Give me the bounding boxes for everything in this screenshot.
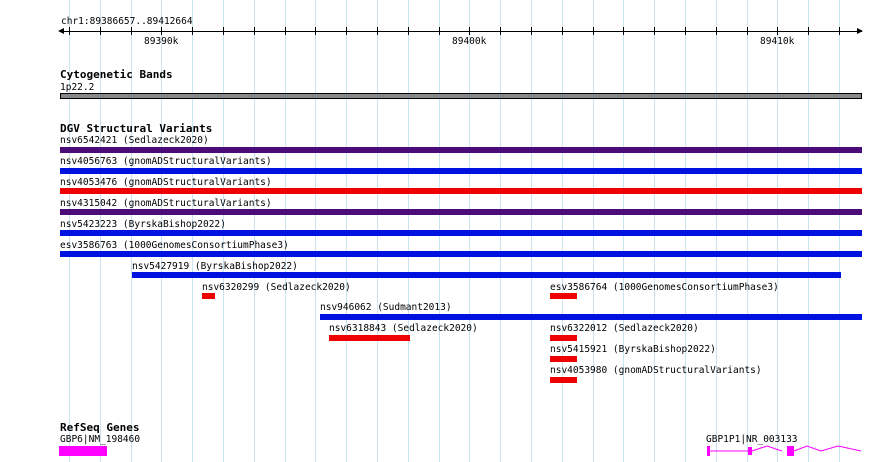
variant-bar[interactable] <box>550 356 577 362</box>
cytoband-track-title: Cytogenetic Bands <box>60 68 173 81</box>
variant-bar[interactable] <box>60 147 862 153</box>
ruler-tick <box>623 27 624 35</box>
variant-label: esv3586763 (1000GenomesConsortiumPhase3) <box>60 240 289 251</box>
ruler-tick <box>69 27 70 35</box>
genome-browser-view: chr1:89386657..89412664 89390k 89400k 89… <box>0 0 890 462</box>
cytoband-bar[interactable] <box>60 93 862 99</box>
ruler-tick <box>192 27 193 35</box>
ruler-tick <box>439 27 440 35</box>
refseq-track-title: RefSeq Genes <box>60 421 140 434</box>
variant-label: nsv5427919 (ByrskaBishop2022) <box>132 261 298 272</box>
variant-label: nsv4053476 (gnomADStructuralVariants) <box>60 177 272 188</box>
ruler-tick <box>839 27 840 35</box>
ruler-tick <box>346 27 347 35</box>
ruler-tick <box>315 27 316 35</box>
ruler-tick <box>469 27 470 35</box>
ruler-tick <box>716 27 717 35</box>
variant-bar[interactable] <box>550 293 577 299</box>
gene-exon[interactable] <box>748 447 752 455</box>
gene-intron <box>820 445 862 452</box>
dgv-track-title: DGV Structural Variants <box>60 122 213 135</box>
variant-bar[interactable] <box>60 188 862 194</box>
gene-label: GBP6|NM_198460 <box>60 434 141 445</box>
ruler-tick <box>377 27 378 35</box>
variant-bar[interactable] <box>202 293 215 299</box>
variant-bar[interactable] <box>60 209 862 215</box>
ruler-tick <box>808 27 809 35</box>
ruler-tick <box>531 27 532 35</box>
variant-bar[interactable] <box>60 168 862 174</box>
ruler-left-arrow-icon <box>58 28 64 34</box>
variant-bar[interactable] <box>320 314 862 320</box>
variant-label: nsv5423223 (ByrskaBishop2022) <box>60 219 226 230</box>
variant-label: nsv6318843 (Sedlazeck2020) <box>329 323 478 334</box>
variant-label: nsv946062 (Sudmant2013) <box>320 302 452 313</box>
variant-bar[interactable] <box>550 335 577 341</box>
variant-bar[interactable] <box>329 335 410 341</box>
gene-exon[interactable] <box>707 446 710 456</box>
variant-bar[interactable] <box>550 377 577 383</box>
variant-label: nsv4056763 (gnomADStructuralVariants) <box>60 156 272 167</box>
gene-exon[interactable] <box>787 446 794 456</box>
cytoband-label: 1p22.2 <box>60 82 95 93</box>
ruler-tick <box>223 27 224 35</box>
ruler-tick <box>100 27 101 35</box>
variant-label: nsv5415921 (ByrskaBishop2022) <box>550 344 716 355</box>
ruler-tick <box>408 27 409 35</box>
variant-bar[interactable] <box>132 272 841 278</box>
gene-gbp1p1-model[interactable] <box>700 440 870 462</box>
ruler-tick <box>777 27 778 35</box>
variant-label: nsv4053980 (gnomADStructuralVariants) <box>550 365 762 376</box>
ruler-tick <box>685 27 686 35</box>
ruler-tick <box>254 27 255 35</box>
variant-label: nsv6322012 (Sedlazeck2020) <box>550 323 699 334</box>
location-label: chr1:89386657..89412664 <box>61 16 193 27</box>
variant-label: esv3586764 (1000GenomesConsortiumPhase3) <box>550 282 779 293</box>
tick-label-89400k: 89400k <box>452 36 487 47</box>
gene-gbp6-exon[interactable] <box>59 446 107 456</box>
ruler-axis <box>60 31 862 32</box>
variant-bar[interactable] <box>60 251 862 257</box>
ruler-right-arrow-icon <box>857 28 863 34</box>
ruler-tick <box>131 27 132 35</box>
variant-label: nsv6320299 (Sedlazeck2020) <box>202 282 351 293</box>
ruler-tick <box>161 27 162 35</box>
ruler-tick <box>562 27 563 35</box>
variant-bar[interactable] <box>60 230 862 236</box>
gene-intron <box>751 445 783 452</box>
variant-label: nsv6542421 (Sedlazeck2020) <box>60 135 209 146</box>
ruler-tick <box>654 27 655 35</box>
ruler-tick <box>285 27 286 35</box>
ruler-tick <box>593 27 594 35</box>
variant-label: nsv4315042 (gnomADStructuralVariants) <box>60 198 272 209</box>
ruler-tick <box>747 27 748 35</box>
ruler-tick <box>500 27 501 35</box>
tick-label-89410k: 89410k <box>760 36 795 47</box>
tick-label-89390k: 89390k <box>144 36 179 47</box>
gene-intron <box>793 445 822 452</box>
